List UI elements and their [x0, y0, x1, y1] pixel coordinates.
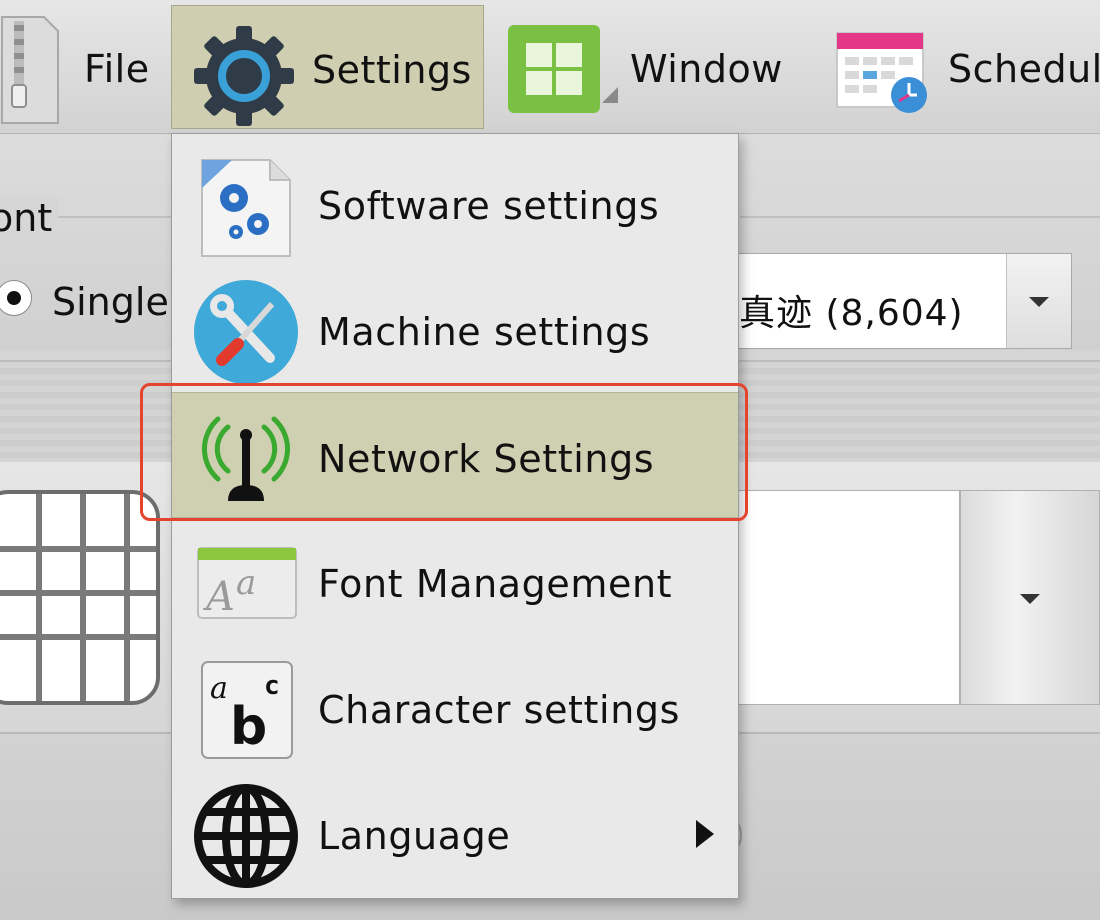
globe-icon	[192, 782, 300, 890]
menubar: File Settings Window Schedul	[0, 0, 1100, 134]
abc-icon: a b c	[192, 656, 300, 764]
font-select[interactable]: 真迹 (8,604)	[700, 253, 1072, 349]
menu-item-label: Network Settings	[318, 437, 655, 481]
svg-text:a: a	[210, 671, 228, 706]
menu-item-network-settings[interactable]: Network Settings	[172, 392, 738, 518]
settings-menu: Software settings Machine settings Netwo…	[171, 133, 739, 899]
menu-item-label: Software settings	[318, 184, 660, 228]
menu-item-label: Font Management	[318, 562, 673, 606]
menu-window[interactable]: Window	[500, 5, 800, 129]
svg-text:A: A	[202, 574, 235, 620]
menu-schedule[interactable]: Schedul	[830, 5, 1100, 129]
font-group-label: ont	[0, 196, 59, 240]
font-select-value: 真迹 (8,604)	[739, 293, 964, 334]
menu-schedule-label: Schedul	[948, 47, 1100, 91]
svg-text:c: c	[264, 671, 280, 701]
wrench-screwdriver-icon	[192, 278, 300, 386]
menu-item-label: Language	[318, 814, 511, 858]
font-select-dropdown-button[interactable]	[1006, 254, 1071, 348]
windows-logo-icon	[506, 23, 618, 123]
calendar-clock-icon	[835, 27, 933, 121]
preview-field[interactable]	[720, 490, 960, 705]
menu-item-machine-settings[interactable]: Machine settings	[172, 266, 738, 392]
menu-item-label: Character settings	[318, 688, 681, 732]
menu-file-label: File	[84, 47, 150, 91]
menu-file[interactable]: File	[0, 5, 160, 129]
chevron-down-icon	[1029, 297, 1049, 307]
menu-item-language[interactable]: Language	[172, 770, 738, 896]
preview-dropdown-button[interactable]	[960, 490, 1100, 705]
menu-window-label: Window	[630, 47, 783, 91]
svg-text:a: a	[236, 563, 256, 603]
svg-text:b: b	[230, 697, 267, 757]
chevron-down-icon	[1020, 593, 1040, 604]
antenna-icon	[192, 405, 300, 513]
menu-item-character-settings[interactable]: a b c Character settings	[172, 644, 738, 770]
menu-item-software-settings[interactable]: Software settings	[172, 140, 738, 266]
menu-settings-label: Settings	[312, 48, 472, 92]
character-grid-preview	[0, 490, 160, 705]
single-radio-label: Single	[52, 280, 169, 324]
menu-settings[interactable]: Settings	[171, 5, 484, 129]
gear-icon	[192, 24, 296, 132]
menu-item-label: Machine settings	[318, 310, 651, 354]
menu-item-font-management[interactable]: A a Font Management	[172, 518, 738, 644]
font-aa-icon: A a	[192, 530, 300, 638]
submenu-arrow-icon	[696, 820, 714, 848]
software-gears-icon	[192, 152, 300, 260]
group-border	[740, 216, 1100, 218]
zip-file-icon	[0, 15, 60, 129]
